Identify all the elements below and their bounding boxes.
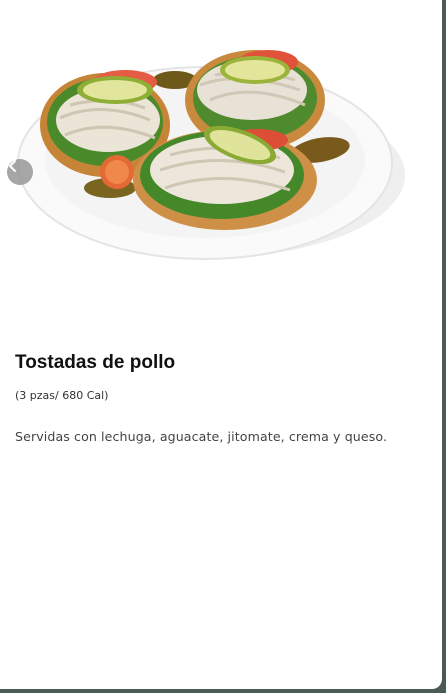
chevron-left-icon bbox=[9, 160, 16, 172]
product-title: Tostadas de pollo bbox=[15, 352, 176, 373]
product-card: Tostadas de pollo (3 pzas/ 680 Cal) Serv… bbox=[0, 0, 442, 689]
product-portion: (3 pzas/ 680 Cal) bbox=[15, 389, 109, 402]
product-description: Servidas con lechuga, aguacate, jitomate… bbox=[15, 429, 388, 444]
carousel-prev-button[interactable] bbox=[7, 159, 33, 185]
product-image-carousel[interactable] bbox=[0, 0, 442, 300]
product-photo bbox=[17, 50, 405, 260]
